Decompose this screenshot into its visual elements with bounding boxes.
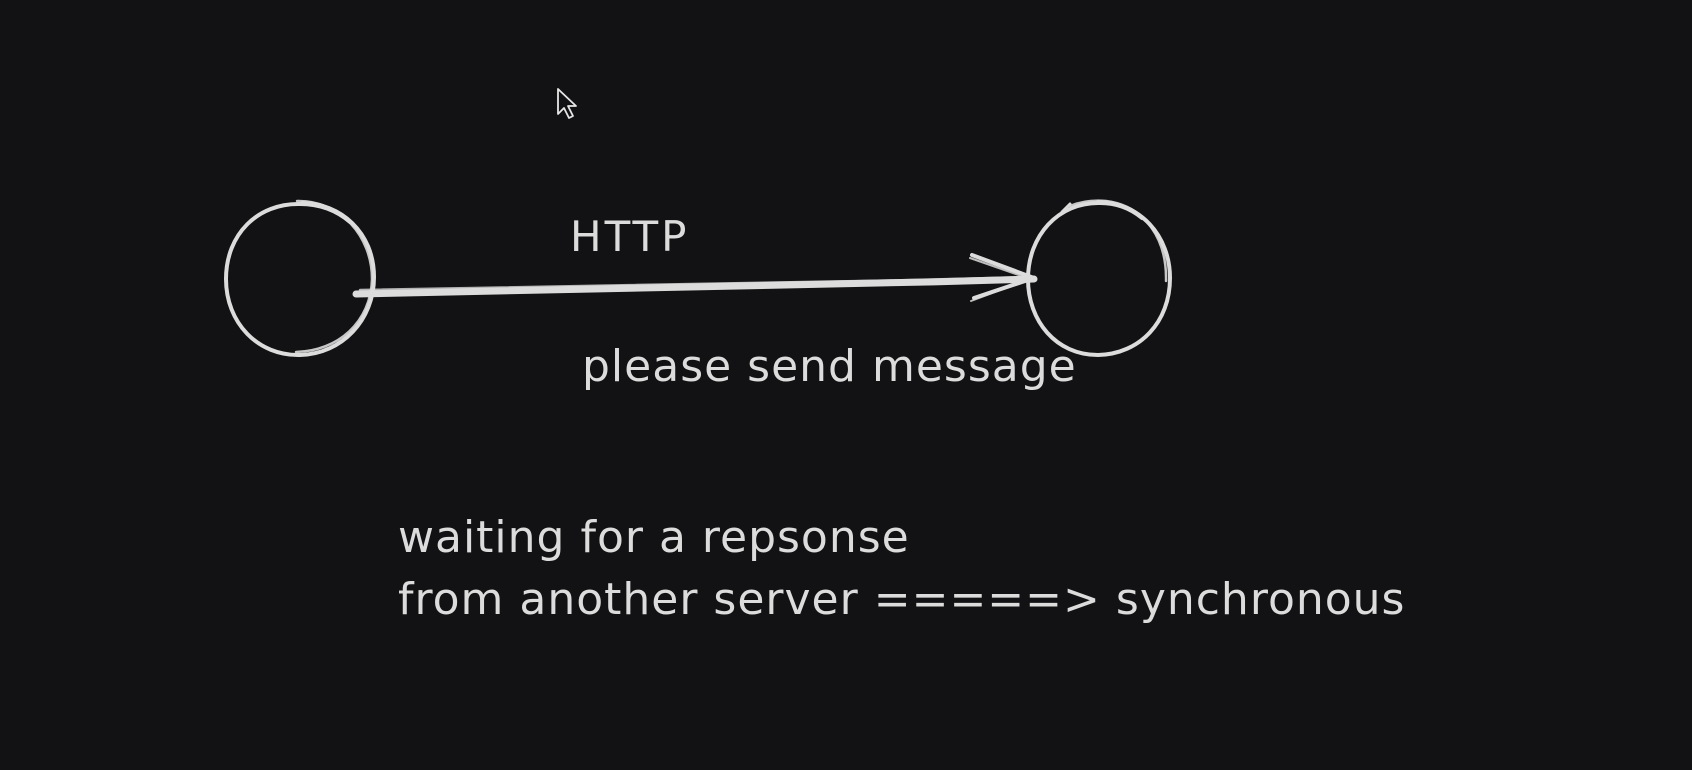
note-text-line-2: from another server =====> synchronous bbox=[398, 574, 1406, 625]
whiteboard-canvas[interactable]: HTTP please send message waiting for a r… bbox=[0, 0, 1692, 770]
note-text-line-1: waiting for a repsonse bbox=[398, 512, 910, 563]
mouse-pointer-icon bbox=[557, 88, 577, 119]
http-edge-label: HTTP bbox=[570, 212, 690, 261]
client-node-circle[interactable] bbox=[223, 199, 377, 358]
server-node-circle[interactable] bbox=[1025, 199, 1173, 358]
request-edge-label: please send message bbox=[582, 341, 1077, 392]
http-arrow-line[interactable] bbox=[352, 275, 1038, 298]
